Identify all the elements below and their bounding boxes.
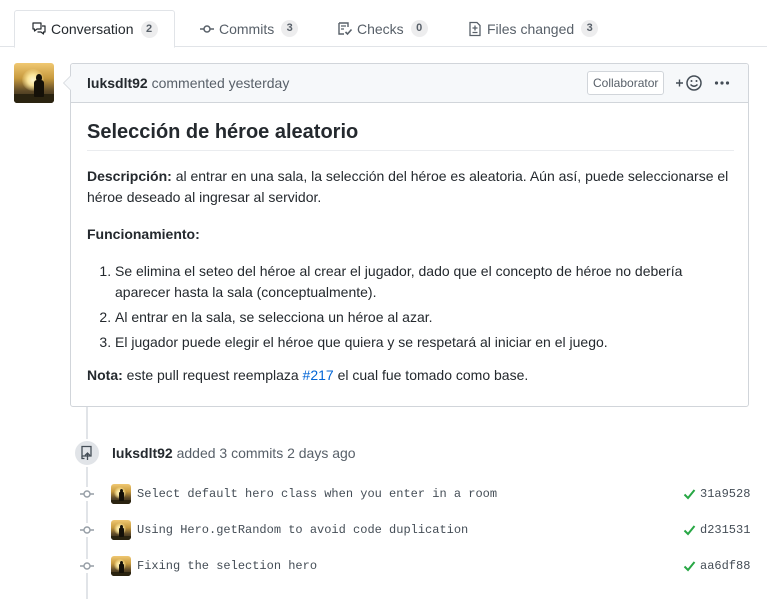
add-reaction-button[interactable]: [675, 73, 705, 93]
comment-box: luksdlt92 commented yesterday Collaborat…: [63, 63, 749, 407]
commit-message[interactable]: Fixing the selection hero: [137, 559, 317, 573]
comment-body: Selección de héroe aleatorio Descripción…: [87, 103, 734, 386]
steps-list: Se elimina el seteo del héroe al crear e…: [87, 261, 734, 353]
tab-counter: 3: [281, 20, 299, 37]
commit-row: Using Hero.getRandom to avoid code dupli…: [0, 518, 767, 542]
nota-label: Nota:: [87, 367, 123, 383]
author-link[interactable]: luksdlt92: [87, 75, 148, 91]
tab-conversation[interactable]: Conversation 2: [14, 10, 175, 48]
tab-counter: 0: [410, 20, 428, 37]
avatar[interactable]: [14, 63, 54, 103]
comment-header: luksdlt92 commented yesterday Collaborat…: [71, 64, 748, 103]
avatar[interactable]: [111, 520, 131, 540]
collaborator-badge: Collaborator: [587, 71, 665, 95]
pr-tabs: Conversation 2 Commits 3 Checks 0 Files …: [0, 0, 767, 48]
description-label: Descripción:: [87, 168, 172, 184]
event-action: added 3 commits 2 days ago: [176, 445, 356, 461]
list-item: Al entrar en la sala, se selecciona un h…: [115, 307, 734, 328]
comment-meta: luksdlt92 commented yesterday: [87, 75, 289, 91]
description-text: al entrar en una sala, la selección del …: [87, 168, 729, 205]
description-paragraph: Descripción: al entrar en una sala, la s…: [87, 166, 734, 208]
repo-push-icon: [73, 439, 101, 467]
check-icon[interactable]: [683, 486, 697, 502]
commit-sha[interactable]: aa6df88: [700, 559, 750, 573]
tab-checks[interactable]: Checks 0: [321, 10, 444, 47]
tab-label: Checks: [357, 20, 404, 37]
issue-link[interactable]: #217: [303, 367, 334, 383]
commit-row: Select default hero class when you enter…: [0, 482, 767, 506]
commit-sha[interactable]: 31a9528: [700, 487, 750, 501]
checklist-icon: [337, 21, 353, 37]
pr-description-title: Selección de héroe aleatorio: [87, 121, 734, 151]
git-commit-icon: [80, 559, 94, 573]
commit-message[interactable]: Using Hero.getRandom to avoid code dupli…: [137, 523, 468, 537]
tab-counter: 3: [581, 20, 599, 37]
file-diff-icon: [467, 21, 483, 37]
commit-sha[interactable]: d231531: [700, 523, 750, 537]
comment-options-button[interactable]: [714, 73, 730, 93]
nota-paragraph: Nota: este pull request reemplaza #217 e…: [87, 367, 529, 383]
comment-timestamp[interactable]: commented yesterday: [152, 75, 290, 91]
commit-message[interactable]: Select default hero class when you enter…: [137, 487, 497, 501]
tab-commits[interactable]: Commits 3: [183, 10, 314, 47]
tab-counter: 2: [140, 20, 158, 38]
list-item: Se elimina el seteo del héroe al crear e…: [115, 261, 734, 303]
git-commit-icon: [80, 523, 94, 537]
tab-label: Conversation: [51, 21, 134, 37]
avatar[interactable]: [111, 556, 131, 576]
git-commit-icon: [199, 21, 215, 37]
tab-label: Files changed: [487, 20, 575, 37]
avatar[interactable]: [111, 484, 131, 504]
tab-label: Commits: [219, 20, 275, 37]
git-commit-icon: [80, 487, 94, 501]
check-icon[interactable]: [683, 522, 697, 538]
commit-row: Fixing the selection hero aa6df88: [0, 554, 767, 578]
tab-files-changed[interactable]: Files changed 3: [451, 10, 614, 47]
funcionamiento-heading: Funcionamiento:: [87, 226, 200, 242]
comment-discussion-icon: [31, 21, 47, 37]
kebab-horizontal-icon: [714, 81, 730, 85]
check-icon[interactable]: [683, 558, 697, 574]
smiley-icon: [676, 75, 702, 91]
list-item: El jugador puede elegir el héroe que qui…: [115, 332, 734, 353]
author-link[interactable]: luksdlt92: [112, 445, 173, 461]
commits-event-text: luksdlt92 added 3 commits 2 days ago: [112, 445, 356, 461]
